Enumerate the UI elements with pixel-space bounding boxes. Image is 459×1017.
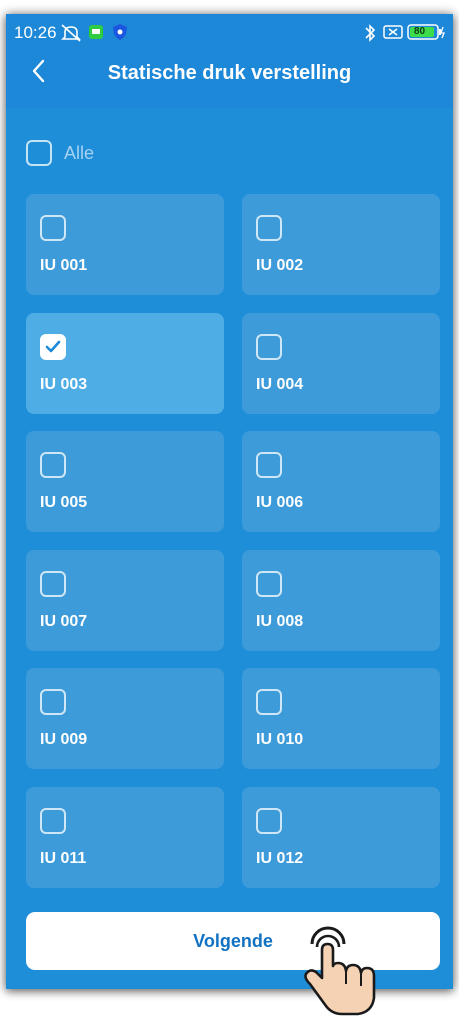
select-all-label: Alle <box>64 142 95 163</box>
unit-checkbox[interactable] <box>256 571 282 597</box>
unit-checkbox[interactable] <box>256 689 282 715</box>
unit-tile[interactable]: IU 011 <box>26 787 224 888</box>
unit-label: IU 008 <box>256 613 304 630</box>
app-notification-icon <box>89 25 103 39</box>
unit-label: IU 005 <box>40 494 88 511</box>
checkmark-icon <box>45 340 61 353</box>
unit-checkbox[interactable] <box>256 452 282 478</box>
battery-level: 80 <box>414 26 426 37</box>
status-time: 10:26 <box>14 23 57 42</box>
unit-label: IU 004 <box>256 376 304 393</box>
unit-label: IU 002 <box>256 257 304 274</box>
notifications-off-icon <box>61 24 81 42</box>
unit-checkbox-checked[interactable] <box>40 334 66 360</box>
unit-checkbox[interactable] <box>40 689 66 715</box>
unit-label: IU 009 <box>40 731 88 748</box>
unit-checkbox[interactable] <box>40 808 66 834</box>
unit-label: IU 003 <box>40 376 88 393</box>
unit-label: IU 006 <box>256 494 304 511</box>
unit-label: IU 001 <box>40 257 88 274</box>
unit-label: IU 010 <box>256 731 304 748</box>
unit-tile[interactable]: IU 009 <box>26 668 224 769</box>
unit-tile[interactable]: IU 007 <box>26 550 224 651</box>
unit-tile[interactable]: IU 008 <box>242 550 440 651</box>
unit-label: IU 012 <box>256 850 304 867</box>
tap-hand-icon <box>304 926 376 1016</box>
unit-tile[interactable]: IU 001 <box>26 194 224 295</box>
unit-checkbox[interactable] <box>40 452 66 478</box>
unit-checkbox[interactable] <box>40 215 66 241</box>
unit-tile[interactable]: IU 004 <box>242 313 440 414</box>
shield-icon <box>113 24 127 40</box>
bluetooth-icon <box>365 24 376 42</box>
phone-screen: 10:26 80 Statische druk verstelling Alle… <box>6 14 453 989</box>
unit-tile[interactable]: IU 006 <box>242 431 440 532</box>
unit-tile[interactable]: IU 002 <box>242 194 440 295</box>
no-sim-icon <box>383 25 403 39</box>
unit-checkbox[interactable] <box>256 334 282 360</box>
unit-selection-area: Alle IU 001 IU 002 IU 003 IU 004 IU 005 IU 00… <box>6 108 453 989</box>
unit-checkbox[interactable] <box>256 215 282 241</box>
unit-label: IU 007 <box>40 613 88 630</box>
unit-tile[interactable]: IU 012 <box>242 787 440 888</box>
status-bar: 10:26 80 <box>6 14 453 50</box>
unit-tile[interactable]: IU 010 <box>242 668 440 769</box>
unit-checkbox[interactable] <box>40 571 66 597</box>
unit-label: IU 011 <box>40 850 87 867</box>
unit-tile[interactable]: IU 005 <box>26 431 224 532</box>
battery-icon <box>407 24 445 40</box>
unit-checkbox[interactable] <box>256 808 282 834</box>
page-title: Statische druk verstelling <box>107 62 352 84</box>
select-all-checkbox[interactable] <box>26 140 52 166</box>
unit-tile[interactable]: IU 003 <box>26 313 224 414</box>
select-all-row[interactable]: Alle <box>26 138 94 168</box>
app-header: Statische druk verstelling <box>6 50 453 108</box>
